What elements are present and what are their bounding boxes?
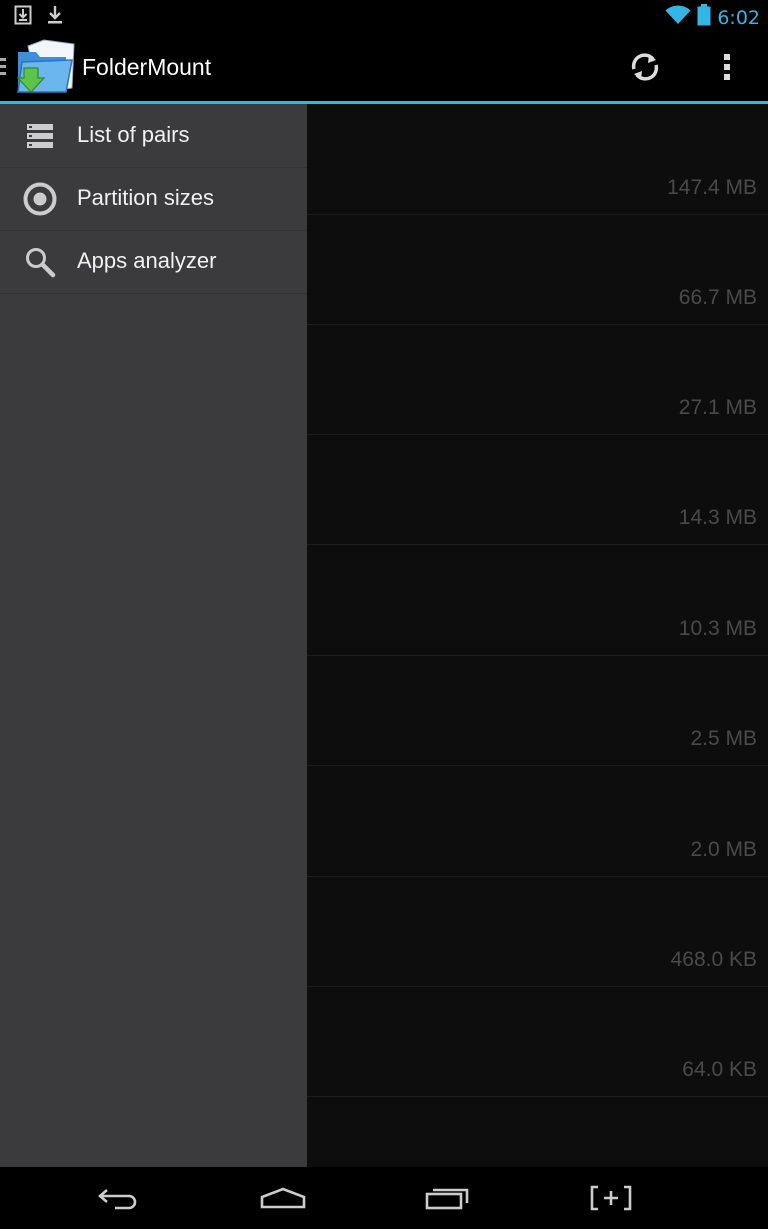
size-value: 27.1 MB [678, 396, 757, 419]
system-nav-bar [0, 1167, 768, 1229]
status-bar: 6:02 [0, 0, 768, 32]
recent-apps-icon [425, 1188, 469, 1210]
drawer-item-label: Apps analyzer [77, 248, 217, 273]
overflow-menu-button[interactable] [710, 46, 744, 88]
overflow-menu-icon [724, 54, 730, 80]
size-value: 468.0 KB [670, 948, 757, 971]
drawer-indicator-icon[interactable] [0, 58, 6, 76]
drawer-item-list-of-pairs[interactable]: List of pairs [0, 104, 307, 168]
sd-download-icon [14, 5, 32, 30]
size-value: 10.3 MB [678, 617, 757, 640]
screenshot-button[interactable] [588, 1179, 634, 1217]
size-value: 14.3 MB [678, 506, 757, 529]
home-icon [260, 1187, 306, 1209]
list-item[interactable]: 147.4 MB [307, 104, 768, 215]
back-button[interactable] [96, 1179, 144, 1217]
size-value: 2.5 MB [690, 727, 757, 750]
list-item[interactable]: 66.7 MB [307, 214, 768, 325]
drawer-item-partition-sizes[interactable]: Partition sizes [0, 167, 307, 231]
drawer-item-label: Partition sizes [77, 185, 214, 210]
list-item[interactable]: 10.3 MB [307, 545, 768, 656]
list-item[interactable]: 2.0 MB [307, 766, 768, 877]
partition-icon [22, 181, 58, 217]
battery-icon [697, 4, 711, 31]
home-button[interactable] [258, 1179, 308, 1217]
navigation-drawer: List of pairs Partition sizes Apps analy… [0, 104, 307, 1167]
list-item[interactable]: 64.0 KB [307, 986, 768, 1097]
size-value: 2.0 MB [690, 838, 757, 861]
recent-apps-button[interactable] [424, 1179, 472, 1217]
size-value: 66.7 MB [678, 286, 757, 309]
list-icon [22, 118, 58, 154]
status-time: 6:02 [717, 6, 760, 29]
app-title: FolderMount [82, 54, 212, 80]
refresh-icon [631, 53, 659, 81]
refresh-button[interactable] [622, 46, 668, 88]
size-value: 147.4 MB [667, 176, 757, 199]
wifi-icon [665, 5, 691, 30]
back-icon [98, 1189, 137, 1210]
search-icon [22, 244, 58, 280]
action-bar: FolderMount [0, 32, 768, 104]
list-item[interactable]: 468.0 KB [307, 876, 768, 987]
folder-mount-logo-icon[interactable] [14, 38, 76, 96]
drawer-item-label: List of pairs [77, 122, 190, 147]
screenshot-icon [590, 1185, 632, 1211]
download-icon [46, 5, 64, 30]
list-item[interactable]: 27.1 MB [307, 324, 768, 435]
list-item[interactable]: 14.3 MB [307, 434, 768, 545]
list-item[interactable]: 2.5 MB [307, 655, 768, 766]
drawer-item-apps-analyzer[interactable]: Apps analyzer [0, 230, 307, 294]
size-value: 64.0 KB [682, 1058, 757, 1081]
